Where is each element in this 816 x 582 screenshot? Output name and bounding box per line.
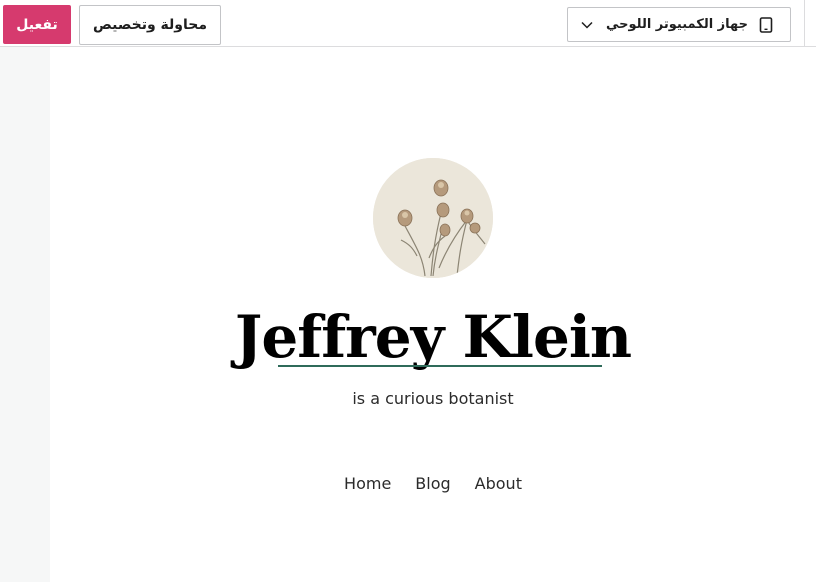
toolbar-divider xyxy=(804,0,805,47)
device-preview-select[interactable]: جهاز الكمبيوتر اللوحي xyxy=(567,7,791,42)
activate-button[interactable]: تفعيل xyxy=(3,5,71,44)
site-title-underline xyxy=(278,365,602,367)
site-preview: Jeffrey Klein is a curious botanist Home… xyxy=(50,47,816,582)
preview-toolbar: تفعيل محاولة وتخصيص جهاز الكمبيوتر اللوح… xyxy=(0,0,816,47)
site-tagline: is a curious botanist xyxy=(352,389,514,408)
tablet-icon xyxy=(759,17,773,33)
site-logo-image[interactable] xyxy=(373,158,493,278)
nav-item-about[interactable]: About xyxy=(475,473,522,495)
dried-flowers-image xyxy=(373,158,493,278)
chevron-down-icon xyxy=(580,17,594,31)
try-and-customize-button[interactable]: محاولة وتخصيص xyxy=(79,5,221,45)
left-gutter xyxy=(0,47,50,582)
nav-item-blog[interactable]: Blog xyxy=(415,473,450,495)
device-preview-label: جهاز الكمبيوتر اللوحي xyxy=(605,17,748,32)
primary-navigation: Home Blog About xyxy=(50,473,816,495)
nav-item-home[interactable]: Home xyxy=(344,473,391,495)
